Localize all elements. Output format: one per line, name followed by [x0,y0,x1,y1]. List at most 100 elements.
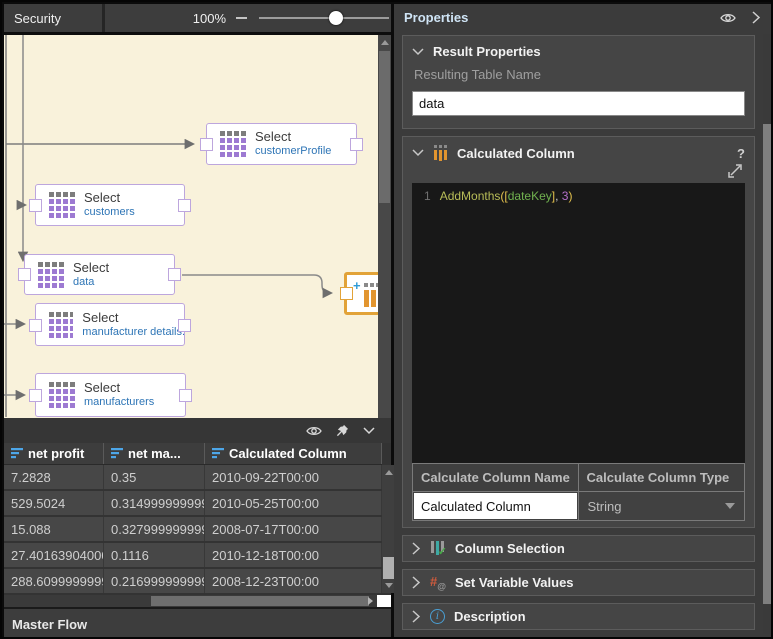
pin-icon[interactable] [336,424,349,437]
output-port[interactable] [178,199,191,212]
node-select-customerprofile[interactable]: Select customerProfile [206,123,357,165]
node-select-data[interactable]: Select data [24,254,175,295]
panel-vertical-scrollbar[interactable] [763,34,771,634]
column-name-type-grid: Calculate Column Name Calculate Column T… [412,463,745,521]
preview-table-header: net profit net ma... Calculated Column [4,443,382,465]
dropdown-arrow-icon [725,503,735,509]
column-header-label: net profit [28,446,84,461]
filter-icon [111,448,123,459]
node-title: Select [73,261,109,276]
table-cell: 2010-12-18T00:00 [205,543,382,567]
hscrollbar-thumb[interactable] [151,596,369,606]
table-row[interactable]: 7.2828 0.35 2010-09-22T00:00 [4,465,382,489]
panel-body: Result Properties Resulting Table Name C… [394,31,773,630]
zoom-slider[interactable] [259,11,389,25]
section-column-selection[interactable]: ✓ Column Selection [402,535,755,562]
connection-lines [4,35,378,418]
node-select-customers[interactable]: Select customers [35,184,185,226]
canvas-scrollbar-thumb[interactable] [379,51,390,203]
calculated-column-icon: + [353,281,378,307]
chevron-down-icon[interactable] [363,427,375,435]
node-title: Select [84,381,154,396]
scroll-up-arrow-icon[interactable] [381,40,389,45]
scroll-right-arrow-icon[interactable] [368,597,373,605]
resulting-table-name-input[interactable] [412,91,745,116]
table-cell: 0.2169999999999 [104,569,205,593]
table-cell: 2008-07-17T00:00 [205,517,382,541]
expression-editor[interactable]: 1AddMonths([dateKey], 3) [412,183,745,463]
chevron-down-icon[interactable] [412,149,424,157]
column-header[interactable]: net ma... [104,443,205,464]
table-cell: 7.2828 [4,465,104,489]
table-grid-icon [38,262,64,288]
zoom-slider-thumb[interactable] [329,11,343,25]
zoom-control: 100% [105,4,391,32]
eye-icon[interactable] [720,12,736,24]
section-title: Set Variable Values [455,575,745,590]
table-row[interactable]: 288.60999999999 0.2169999999999 2008-12-… [4,569,382,593]
name-column-header: Calculate Column Name [412,463,579,491]
flow-canvas[interactable]: Select customerProfile Select customers [4,35,378,418]
section-result-properties: Result Properties Resulting Table Name [402,35,755,129]
tab-security[interactable]: Security [4,4,105,32]
section-title: Description [454,609,745,624]
table-grid-icon [220,131,246,157]
scrollbar-corner [377,595,391,607]
column-name-cell [412,491,579,521]
data-preview-table: net profit net ma... Calculated Column 7… [4,443,391,607]
input-port[interactable] [29,199,42,212]
column-header-label: Calculated Column [229,446,347,461]
column-header[interactable]: net profit [4,443,104,464]
calculate-column-name-input[interactable] [414,493,577,519]
chevron-down-icon[interactable] [412,48,424,56]
input-port[interactable] [200,138,213,151]
node-select-manufacturers[interactable]: Select manufacturers [35,373,186,417]
selected-type: String [579,499,726,514]
table-cell: 0.35 [104,465,205,489]
panel-scrollbar-thumb[interactable] [763,124,771,604]
input-port[interactable] [340,287,353,300]
calculate-column-type-dropdown[interactable]: String [579,491,746,521]
input-port[interactable] [18,268,31,281]
table-row[interactable]: 27.401639040000 0.1116 2010-12-18T00:00 [4,543,382,567]
input-port[interactable] [29,389,42,402]
zoom-out-button[interactable] [236,17,247,19]
table-cell: 0.1116 [104,543,205,567]
node-subtitle: customers [84,206,135,219]
section-set-variable-values[interactable]: #@ Set Variable Values [402,569,755,596]
flow-workspace: Security 100% [4,4,391,639]
section-description[interactable]: i Description [402,603,755,630]
node-subtitle: manufacturers [84,396,154,409]
node-subtitle: manufacturer details... [82,326,184,339]
node-calculated-column-selected[interactable]: + [344,272,378,315]
chevron-right-icon[interactable] [752,11,761,24]
table-row[interactable]: 529.5024 0.3149999999999 2010-05-25T00:0… [4,491,382,515]
table-grid-icon [49,312,73,338]
expand-editor-icon[interactable] [727,163,743,179]
info-icon: i [430,609,445,624]
app-window: Security 100% [0,0,773,639]
master-flow-tab[interactable]: Master Flow [12,617,87,632]
column-header[interactable]: Calculated Column [205,443,382,464]
output-port[interactable] [350,138,363,151]
input-port[interactable] [29,319,42,332]
output-port[interactable] [178,319,191,332]
output-port[interactable] [168,268,181,281]
table-horizontal-scrollbar[interactable] [4,595,391,607]
column-selection-icon: ✓ [430,541,446,556]
help-button[interactable]: ? [737,146,745,161]
scroll-down-arrow-icon[interactable] [385,583,393,588]
scroll-up-arrow-icon[interactable] [385,470,393,475]
chevron-right-icon [412,542,421,555]
table-grid-icon [49,192,75,218]
node-select-manufacturer-details[interactable]: Select manufacturer details... [35,303,185,346]
table-scrollbar-thumb[interactable] [383,557,394,579]
table-row[interactable]: 15.088 0.3279999999999 2008-07-17T00:00 [4,517,382,541]
zoom-slider-track[interactable] [259,17,389,19]
output-port[interactable] [179,389,192,402]
canvas-vertical-scrollbar[interactable] [378,35,391,418]
table-cell: 0.3279999999999 [104,517,205,541]
eye-icon[interactable] [306,425,322,437]
chevron-right-icon [412,610,421,623]
node-title: Select [255,130,331,145]
